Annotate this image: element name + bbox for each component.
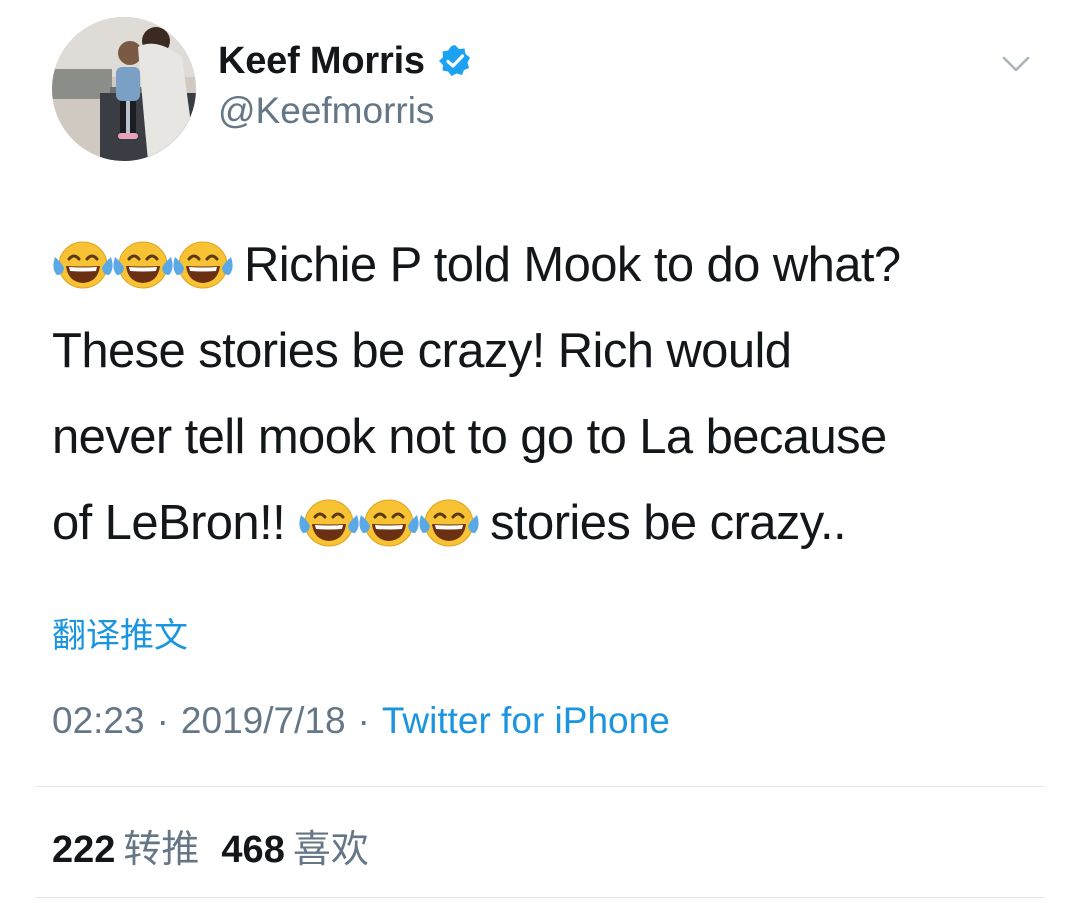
tweet-time[interactable]: 02:23	[52, 700, 145, 741]
laughing-emoji-group	[298, 488, 481, 574]
tweet-date[interactable]: 2019/7/18	[181, 700, 346, 741]
tweet-line: of LeBron!! stories be crazy..	[52, 480, 1042, 566]
face-with-tears-of-joy-icon	[298, 498, 361, 547]
face-with-tears-of-joy-icon	[112, 240, 174, 289]
display-name[interactable]: Keef Morris	[218, 40, 425, 83]
translate-tweet-link[interactable]: 翻译推文	[52, 608, 188, 657]
verified-badge-icon	[438, 45, 470, 76]
likes-stat[interactable]: 468 喜欢	[221, 829, 390, 871]
retweets-count: 222	[52, 829, 116, 871]
face-with-tears-of-joy-icon	[358, 498, 421, 547]
retweets-label: 转推	[123, 829, 200, 871]
avatar[interactable]	[52, 17, 196, 161]
tweet-text-segment: of LeBron!!	[52, 496, 286, 550]
tweet-text-segment: stories be crazy..	[490, 496, 847, 550]
tweet-meta: 02:23 · 2019/7/18 · Twitter for iPhone	[52, 700, 670, 742]
likes-count: 468	[221, 829, 285, 871]
divider	[36, 897, 1044, 898]
tweet-line: These stories be crazy! Rich would	[52, 308, 1042, 394]
tweet-stats: 222 转推 468 喜欢	[52, 818, 391, 873]
tweet-text-segment: Richie P told Mook to do what?	[244, 238, 901, 292]
laughing-emoji-group	[52, 230, 234, 316]
retweets-stat[interactable]: 222 转推	[52, 829, 221, 871]
tweet-text-segment: never tell mook not to go to La because	[52, 410, 887, 464]
divider	[36, 786, 1044, 787]
face-with-tears-of-joy-icon	[418, 498, 481, 547]
likes-label: 喜欢	[292, 829, 369, 871]
tweet-source-link[interactable]: Twitter for iPhone	[382, 700, 670, 741]
meta-separator: ·	[156, 700, 169, 741]
tweet-text-segment: These stories be crazy! Rich would	[52, 324, 792, 378]
tweet-line: never tell mook not to go to La because	[52, 394, 1042, 480]
tweet-line: Richie P told Mook to do what?	[52, 222, 1042, 308]
user-name-row[interactable]: Keef Morris	[218, 38, 473, 84]
user-handle[interactable]: @Keefmorris	[218, 90, 434, 132]
chevron-down-icon[interactable]	[998, 50, 1034, 78]
face-with-tears-of-joy-icon	[172, 240, 234, 289]
face-with-tears-of-joy-icon	[52, 240, 114, 289]
tweet-text: Richie P told Mook to do what? These sto…	[52, 222, 1042, 566]
meta-separator: ·	[357, 700, 370, 741]
